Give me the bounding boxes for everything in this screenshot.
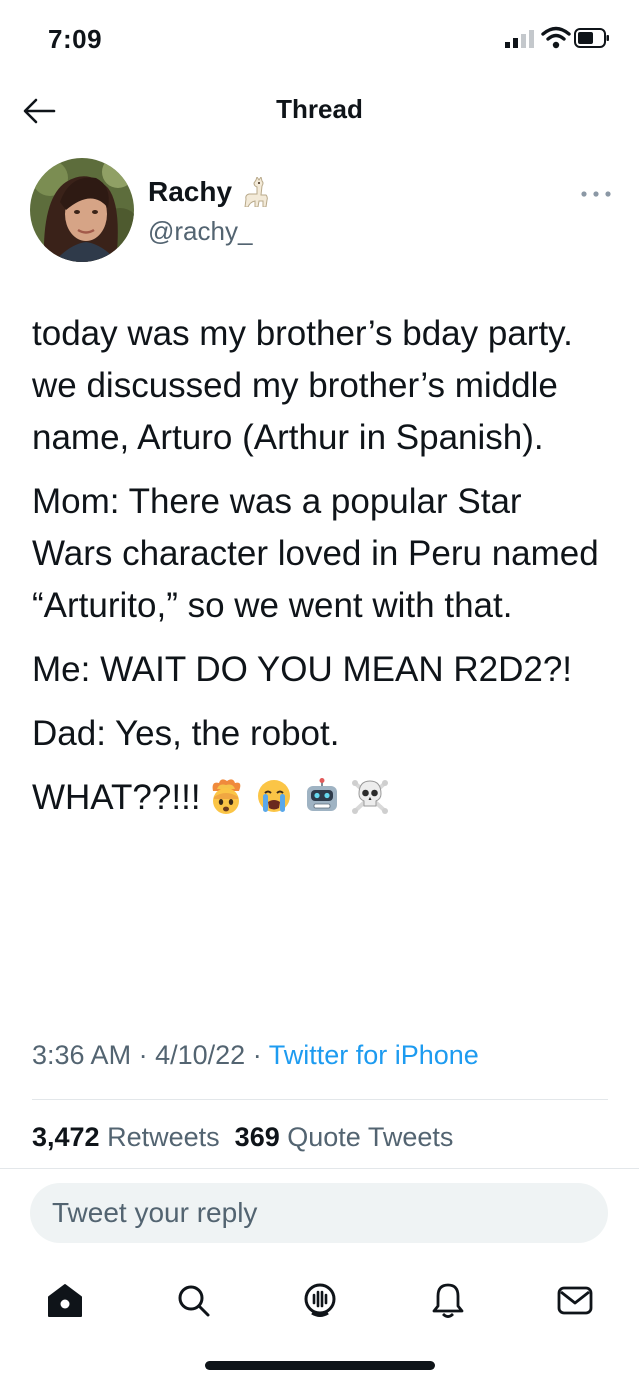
tweet-last-line-text: WHAT??!!! xyxy=(32,778,201,817)
more-options-button[interactable] xyxy=(578,186,614,202)
tweet-text: today was my brother’s bday party. we di… xyxy=(32,308,607,824)
tweet-paragraph: today was my brother’s bday party. we di… xyxy=(32,314,573,457)
avatar[interactable] xyxy=(30,158,134,262)
author-name[interactable]: Rachy xyxy=(148,176,232,208)
tweet-last-line: WHAT??!!! xyxy=(32,772,607,824)
status-bar: 7:09 xyxy=(0,0,639,80)
quote-tweets-stat[interactable]: 369 Quote Tweets xyxy=(235,1122,454,1152)
avatar-image xyxy=(30,158,134,262)
tweet-paragraph: Me: WAIT DO YOU MEAN R2D2?! xyxy=(32,650,573,689)
tweet-paragraph: Mom: There was a popular Star Wars chara… xyxy=(32,482,599,625)
robot-icon xyxy=(306,778,337,811)
retweets-count: 3,472 xyxy=(32,1122,100,1152)
spaces-icon xyxy=(304,1283,336,1317)
quote-tweets-label: Quote Tweets xyxy=(287,1122,454,1152)
reply-placeholder: Tweet your reply xyxy=(52,1197,258,1228)
search-icon xyxy=(178,1285,210,1317)
page-title: Thread xyxy=(276,94,363,124)
tab-messages[interactable] xyxy=(555,1280,595,1320)
tab-spaces[interactable] xyxy=(300,1280,340,1320)
cellular-signal-icon xyxy=(505,30,534,48)
crying-face-icon xyxy=(257,780,290,812)
divider xyxy=(32,1099,608,1100)
author-handle: @rachy_ xyxy=(148,216,253,246)
tweet-source-link[interactable]: Twitter for iPhone xyxy=(269,1040,479,1070)
tweet-time[interactable]: 3:36 AM xyxy=(32,1040,131,1070)
battery-icon xyxy=(574,28,609,48)
meta-separator: · xyxy=(138,1040,148,1070)
tweet-stats: 3,472 Retweets 369 Quote Tweets xyxy=(32,1122,453,1153)
tab-home[interactable] xyxy=(45,1280,85,1320)
messages-icon xyxy=(557,1286,593,1315)
nav-bar: Thread xyxy=(0,80,639,140)
status-time: 7:09 xyxy=(48,24,103,54)
wifi-icon xyxy=(541,26,571,49)
divider xyxy=(0,1168,639,1169)
tweet-meta: 3:36 AM · 4/10/22 · Twitter for iPhone xyxy=(32,1040,479,1071)
exploding-head-icon xyxy=(212,779,240,814)
more-dots-icon xyxy=(581,191,611,197)
home-icon xyxy=(48,1284,82,1317)
reply-input[interactable]: Tweet your reply xyxy=(30,1183,608,1243)
emoji-row xyxy=(207,777,389,815)
tweet-date[interactable]: 4/10/22 xyxy=(155,1040,245,1070)
llama-icon xyxy=(244,177,268,207)
home-indicator[interactable] xyxy=(205,1361,435,1370)
retweets-stat[interactable]: 3,472 Retweets xyxy=(32,1122,220,1152)
author-name-row: Rachy xyxy=(148,176,268,208)
tweet-paragraph: Dad: Yes, the robot. xyxy=(32,714,340,753)
retweets-label: Retweets xyxy=(107,1122,220,1152)
bottom-tab-bar xyxy=(0,1270,639,1330)
quote-tweets-count: 369 xyxy=(234,1122,280,1152)
notifications-icon xyxy=(432,1283,464,1318)
meta-separator: · xyxy=(252,1040,262,1070)
tweet-author: Rachy @rachy_ xyxy=(30,158,611,268)
tab-search[interactable] xyxy=(173,1280,213,1320)
tab-notifications[interactable] xyxy=(428,1280,468,1320)
skull-crossbones-icon xyxy=(351,780,388,814)
